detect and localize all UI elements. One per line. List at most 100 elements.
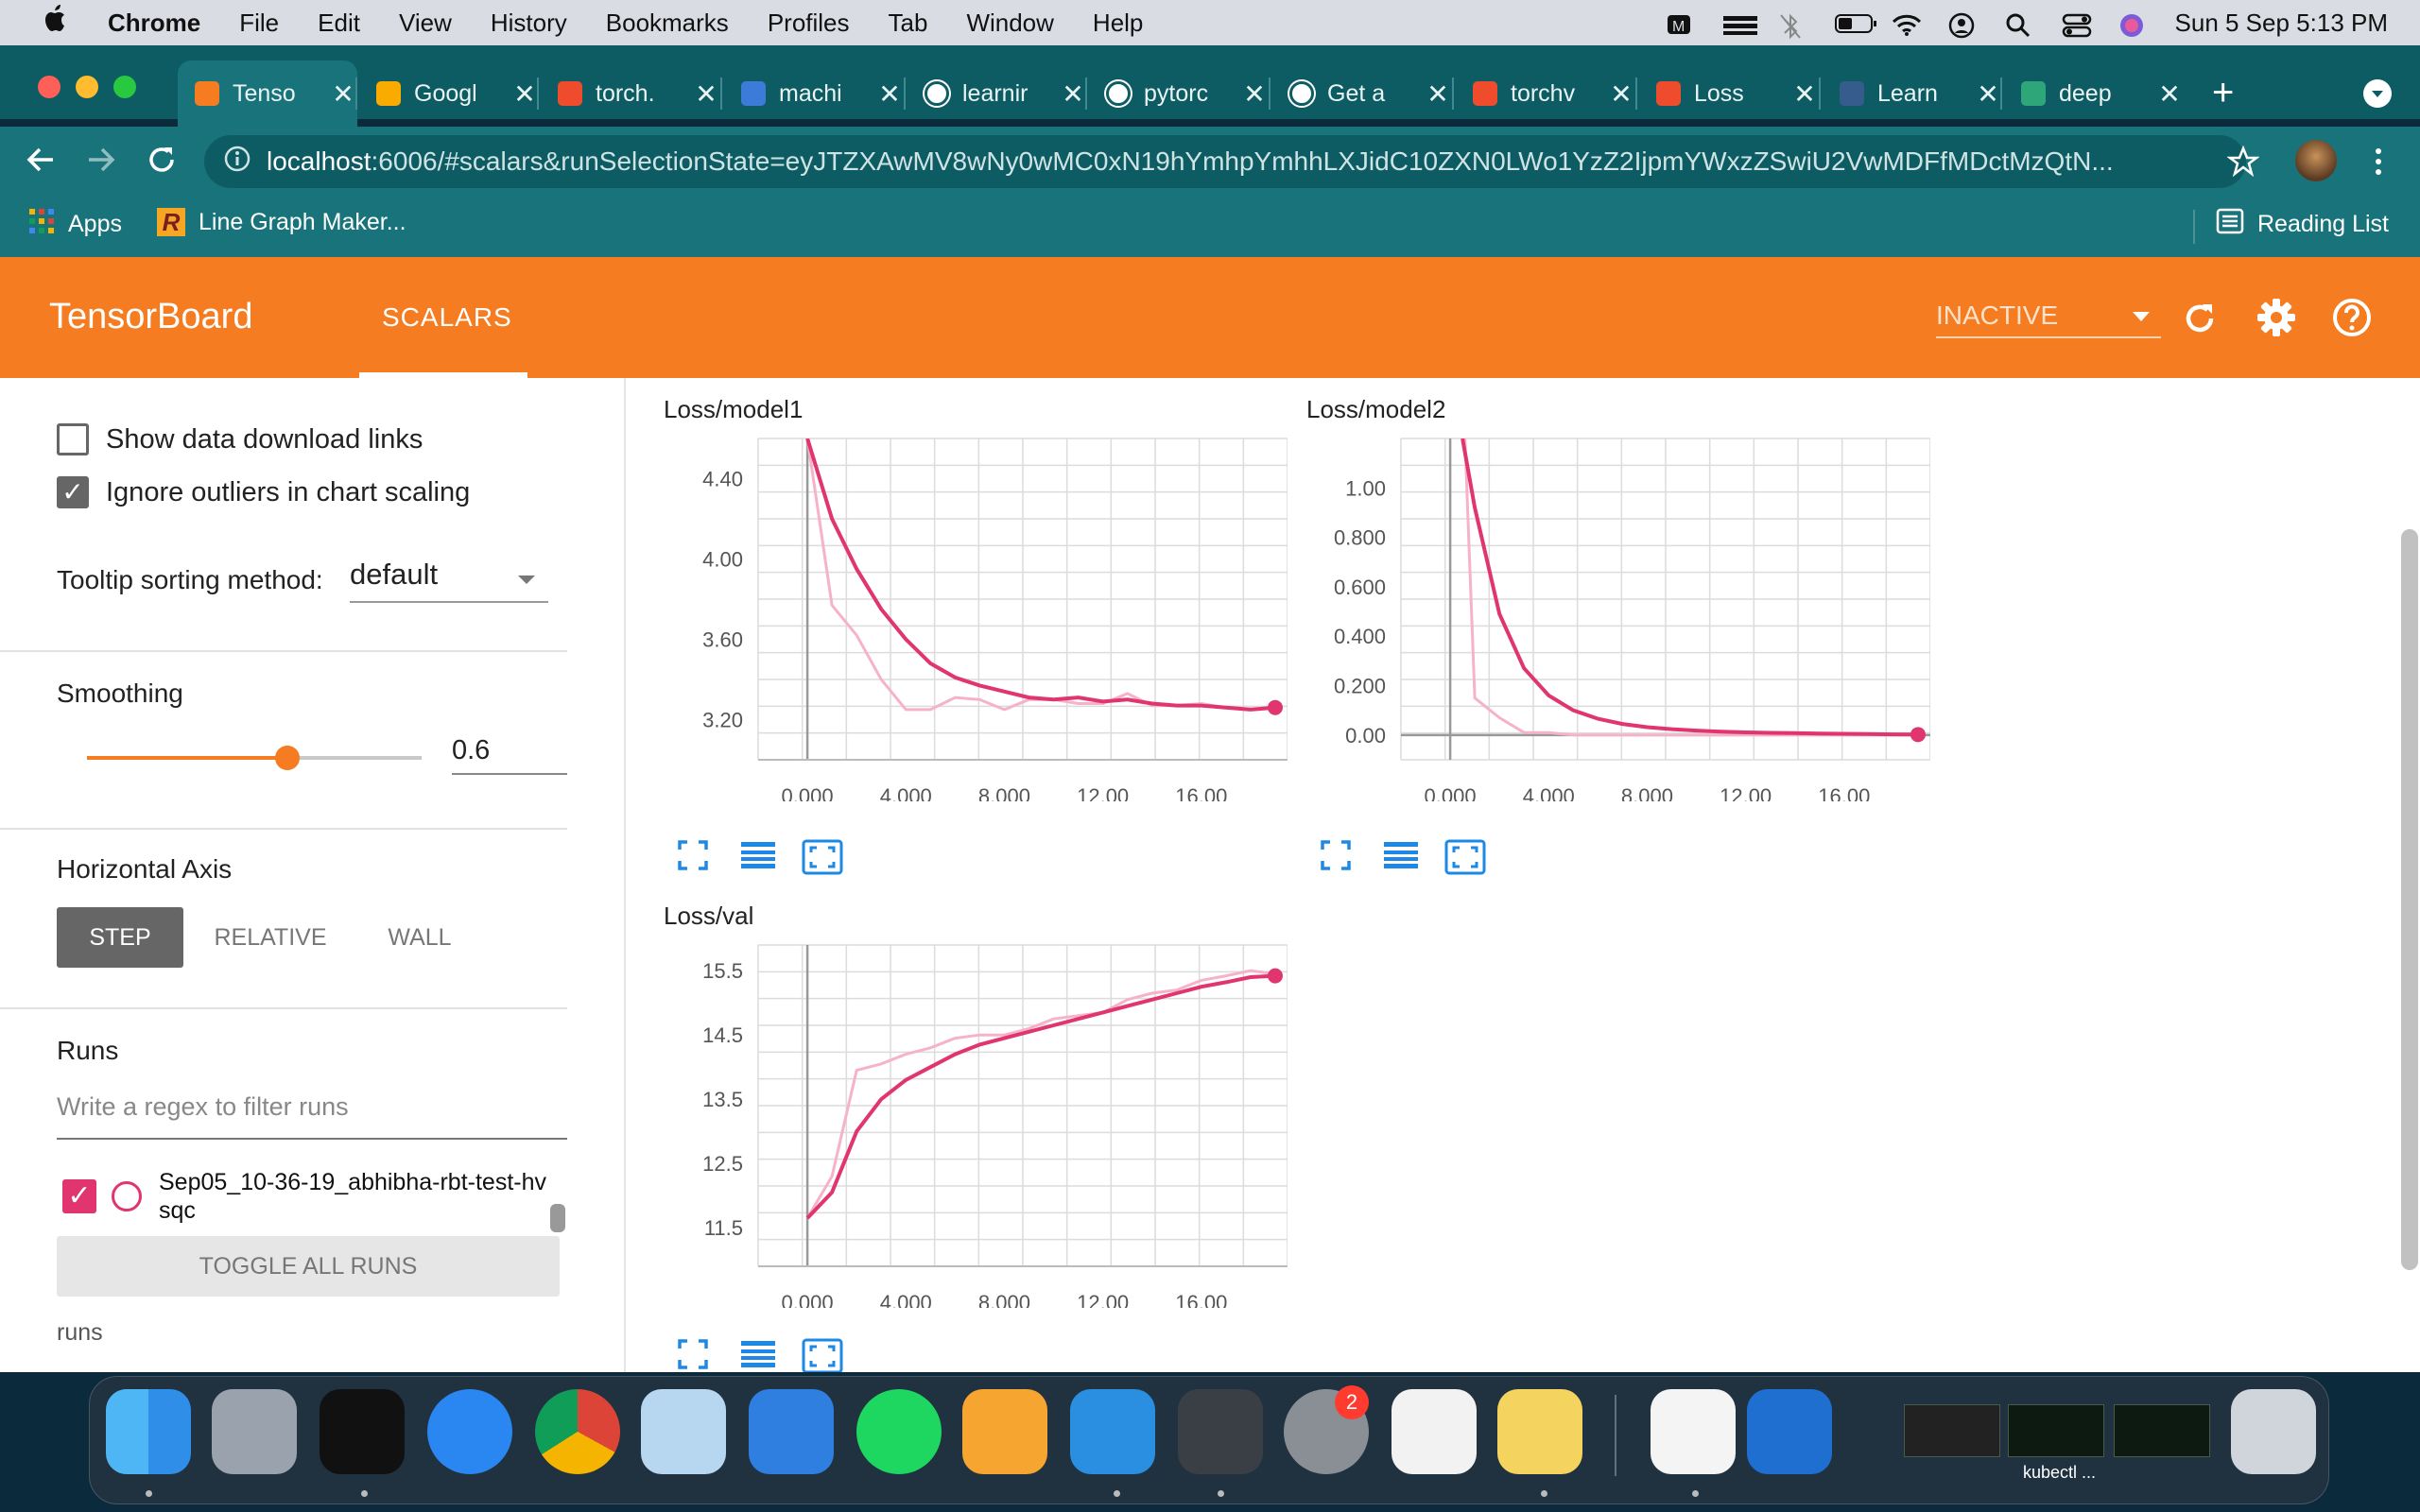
control-center-icon[interactable]	[2062, 12, 2091, 38]
bookmark-line-graph-maker[interactable]: R Line Graph Maker...	[157, 208, 406, 236]
menu-history[interactable]: History	[491, 9, 567, 38]
menu-view[interactable]: View	[399, 9, 452, 38]
smoothing-input[interactable]: 0.6	[452, 735, 567, 775]
axis-step-button[interactable]: STEP	[57, 907, 183, 968]
show-download-links-checkbox[interactable]	[57, 423, 89, 455]
ignore-outliers-checkbox[interactable]: ✓	[57, 476, 89, 508]
data-table-icon[interactable]	[739, 1338, 781, 1372]
apple-menu-icon[interactable]	[42, 3, 74, 43]
menu-extra-m-icon[interactable]: M	[1665, 12, 1693, 35]
menu-file[interactable]: File	[239, 9, 279, 38]
trash-icon[interactable]	[2231, 1389, 2316, 1474]
address-bar[interactable]: localhost:6006/#scalars&runSelectionStat…	[204, 135, 2246, 188]
forward-arrow-icon[interactable]	[85, 144, 117, 180]
smoothing-slider[interactable]	[87, 746, 422, 770]
data-table-icon[interactable]	[739, 839, 781, 877]
finder-icon[interactable]	[106, 1389, 191, 1474]
axis-relative-button[interactable]: RELATIVE	[204, 907, 337, 968]
bluetooth-off-icon[interactable]	[1778, 12, 1806, 40]
safari-icon[interactable]	[427, 1389, 512, 1474]
wd-icon[interactable]	[1747, 1389, 1832, 1474]
kubectl-window-thumb[interactable]	[2008, 1404, 2104, 1457]
reading-list-button[interactable]: Reading List	[2216, 208, 2389, 241]
loss-val-chart[interactable]: 0.000 4.000 8.000 12.00 16.00 11.5 12.5 13.5 14.…	[664, 939, 1288, 1308]
browser-tab-3[interactable]: torch. ✕	[541, 60, 720, 127]
siri-icon[interactable]	[2118, 12, 2147, 37]
profile-avatar[interactable]	[2295, 140, 2337, 181]
tab-close-icon[interactable]: ✕	[2155, 78, 2184, 110]
ignore-outliers-option[interactable]: ✓ Ignore outliers in chart scaling	[57, 476, 470, 508]
preview-icon[interactable]	[641, 1389, 726, 1474]
terminal-window-thumb[interactable]	[2114, 1404, 2210, 1457]
loss-model1-chart[interactable]: 0.000 4.000 8.000 12.00 16.00 3.20 3.60 4.00 4.4…	[664, 433, 1288, 801]
fit-domain-icon[interactable]	[1444, 839, 1486, 877]
menu-app-name[interactable]: Chrome	[108, 9, 200, 38]
bookmark-apps[interactable]: Apps	[28, 208, 122, 241]
settings-gear-icon[interactable]	[2256, 297, 2297, 343]
browser-tab-5[interactable]: learnir ✕	[908, 60, 1087, 127]
run-row[interactable]: ✓ Sep05_10-36-19_abhibha-rbt-test-hvsqc	[62, 1168, 554, 1234]
run-color-radio[interactable]	[112, 1181, 142, 1211]
pages-icon[interactable]	[962, 1389, 1047, 1474]
chrome-icon[interactable]	[535, 1389, 620, 1474]
chrome-window-thumb[interactable]	[1904, 1404, 2000, 1457]
smoothing-slider-thumb[interactable]	[275, 746, 301, 770]
tab-close-icon[interactable]: ✕	[1059, 78, 1087, 110]
fullscreen-icon[interactable]	[677, 1338, 718, 1372]
browser-tab-8[interactable]: torchv ✕	[1456, 60, 1635, 127]
menu-edit[interactable]: Edit	[318, 9, 360, 38]
textedit-icon[interactable]	[1651, 1389, 1736, 1474]
tab-close-icon[interactable]: ✕	[1974, 78, 2002, 110]
tab-close-icon[interactable]: ✕	[875, 78, 904, 110]
fullscreen-icon[interactable]	[1320, 839, 1361, 877]
menu-bookmarks[interactable]: Bookmarks	[606, 9, 729, 38]
browser-tab-2[interactable]: Googl ✕	[359, 60, 539, 127]
tab-search-button[interactable]	[2363, 79, 2392, 108]
window-close-button[interactable]	[38, 76, 60, 98]
browser-tab-9[interactable]: Loss ✕	[1639, 60, 1819, 127]
bookmark-star-icon[interactable]	[2226, 145, 2260, 182]
numbers-icon[interactable]	[1392, 1389, 1477, 1474]
menu-tab[interactable]: Tab	[889, 9, 928, 38]
window-minimize-button[interactable]	[76, 76, 98, 98]
run-status-select[interactable]: INACTIVE	[1936, 301, 2161, 338]
site-info-icon[interactable]	[223, 145, 251, 180]
menu-extra-bars-icon[interactable]	[1721, 12, 1757, 35]
stickies-icon[interactable]	[1497, 1389, 1582, 1474]
tab-scalars[interactable]: SCALARS	[382, 302, 512, 333]
browser-tab-4[interactable]: machi ✕	[724, 60, 904, 127]
launchpad-icon[interactable]	[212, 1389, 297, 1474]
keynote-icon[interactable]	[749, 1389, 834, 1474]
menu-clock[interactable]: Sun 5 Sep 5:13 PM	[2175, 9, 2388, 38]
tooltip-sorting-select[interactable]: default	[350, 558, 548, 603]
tab-close-icon[interactable]: ✕	[692, 78, 720, 110]
refresh-icon[interactable]	[2180, 299, 2220, 343]
sublime-icon[interactable]	[1178, 1389, 1263, 1474]
reload-icon[interactable]	[146, 144, 178, 180]
fit-domain-icon[interactable]	[802, 839, 843, 877]
tab-close-icon[interactable]: ✕	[510, 78, 539, 110]
menu-window[interactable]: Window	[966, 9, 1053, 38]
help-icon[interactable]	[2331, 297, 2373, 343]
menu-help[interactable]: Help	[1093, 9, 1143, 38]
loss-model2-chart[interactable]: 0.000 4.000 8.000 12.00 16.00 0.00 0.200 0.400 0…	[1306, 433, 1930, 801]
window-zoom-button[interactable]	[113, 76, 136, 98]
runs-filter-input[interactable]: Write a regex to filter runs	[57, 1092, 567, 1140]
data-table-icon[interactable]	[1382, 839, 1424, 877]
runs-scrollbar-thumb[interactable]	[550, 1204, 565, 1232]
browser-tab-10[interactable]: Learn ✕	[1823, 60, 2002, 127]
battery-icon[interactable]	[1834, 12, 1876, 33]
browser-tab-7[interactable]: Get a ✕	[1272, 60, 1452, 127]
page-scrollbar-thumb[interactable]	[2401, 529, 2418, 1270]
spotlight-search-icon[interactable]	[2005, 12, 2033, 38]
back-arrow-icon[interactable]	[25, 144, 57, 180]
user-icon[interactable]	[1948, 12, 1977, 39]
tab-close-icon[interactable]: ✕	[1607, 78, 1635, 110]
wifi-icon[interactable]	[1892, 12, 1921, 36]
browser-tab-1[interactable]: Tenso ✕	[178, 60, 357, 127]
run-checkbox[interactable]: ✓	[62, 1179, 96, 1213]
fit-domain-icon[interactable]	[802, 1338, 843, 1372]
axis-wall-button[interactable]: WALL	[355, 907, 484, 968]
new-tab-button[interactable]: +	[2212, 72, 2234, 114]
show-download-links-option[interactable]: Show data download links	[57, 423, 423, 455]
